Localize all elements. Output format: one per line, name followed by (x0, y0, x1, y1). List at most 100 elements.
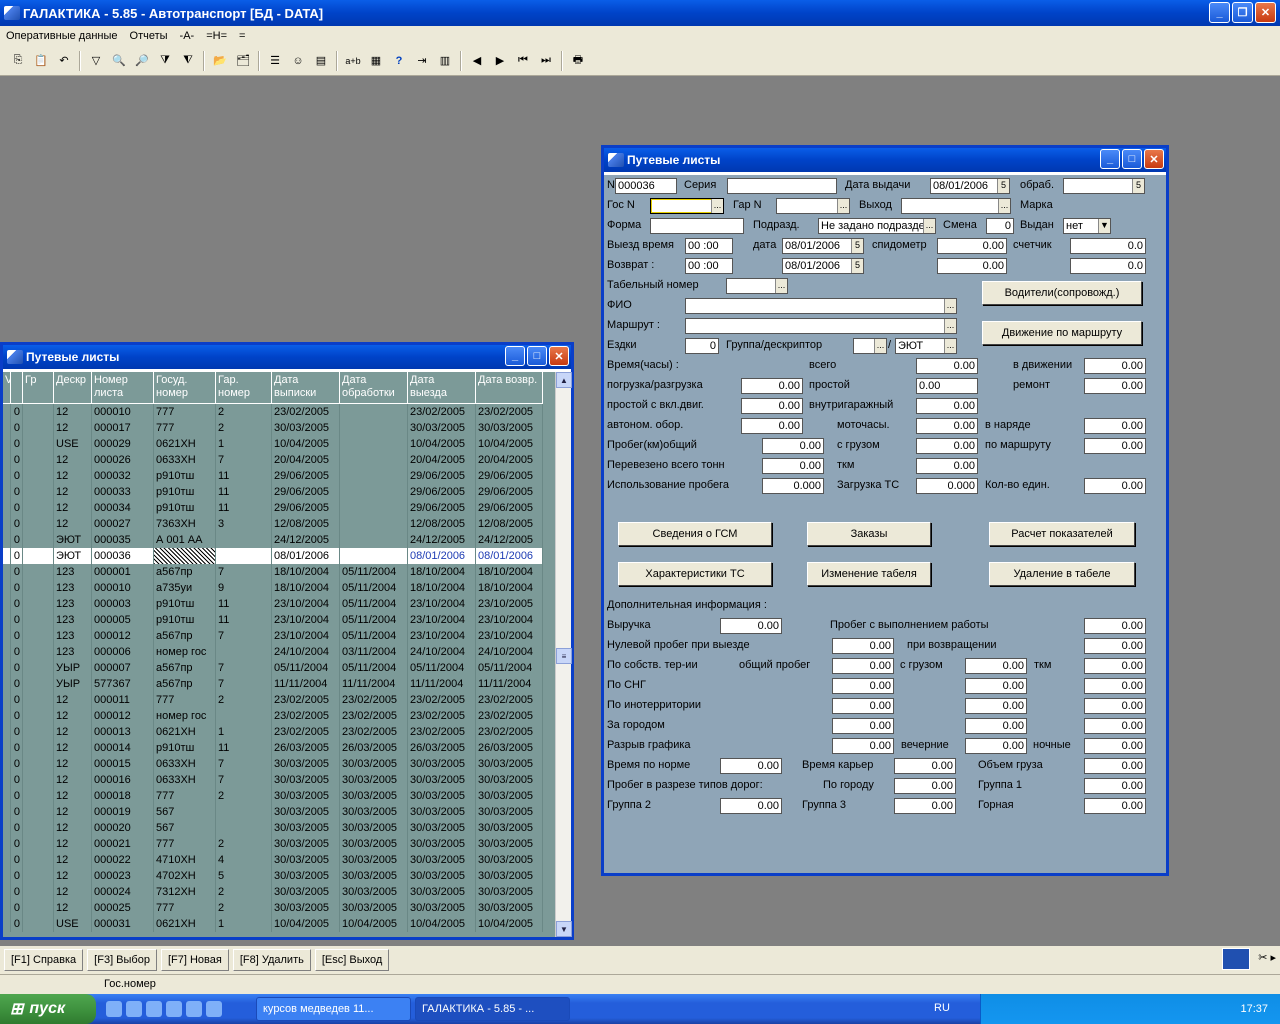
first-icon[interactable]: ⏮ (513, 51, 533, 71)
table-row[interactable]: 0 12 000018 777 2 30/03/2005 30/03/2005 30/03/2… (3, 788, 555, 804)
field-gruppa1[interactable]: 0.00 (1084, 778, 1146, 794)
field-pri-vozvr[interactable]: 0.00 (1084, 638, 1146, 654)
field-v-dvizhenii[interactable]: 0.00 (1084, 358, 1146, 374)
task-word[interactable]: курсов медведев 11... (256, 997, 411, 1021)
field-schetchik1[interactable]: 0.0 (1070, 238, 1146, 254)
field-remont[interactable]: 0.00 (1084, 378, 1146, 394)
field-sng-gruz[interactable]: 0.00 (965, 678, 1027, 694)
table-row[interactable]: 0 12 000013 0621XH 1 23/02/2005 23/02/2005 23/0… (3, 724, 555, 740)
field-spidometr1[interactable]: 0.00 (937, 238, 1007, 254)
field-po-gorodu[interactable]: 0.00 (894, 778, 956, 794)
table-row[interactable]: 0 12 000033 p910тш 11 29/06/2005 29/06/2005 29/… (3, 484, 555, 500)
ellipsis-icon[interactable]: ... (944, 299, 956, 313)
field-razryv[interactable]: 0.00 (832, 738, 894, 754)
field-n[interactable]: 000036 (615, 178, 677, 194)
col-gos[interactable]: Госуд. номер (154, 372, 216, 404)
button-dvizhenie[interactable]: Движение по маршруту (982, 321, 1142, 345)
quick-launch-icon[interactable] (186, 1001, 202, 1017)
field-obem-gruza[interactable]: 0.00 (1084, 758, 1146, 774)
esc-exit-button[interactable]: [Esc] Выход (314, 949, 390, 971)
close-button[interactable]: ✕ (549, 346, 569, 366)
field-vremya-norm[interactable]: 0.00 (720, 758, 782, 774)
table-row[interactable]: 0 12 000014 p910тш 11 26/03/2005 26/03/2005 26/… (3, 740, 555, 756)
table-row[interactable]: 0 12 000026 0633XH 7 20/04/2005 20/04/2005 20/0… (3, 452, 555, 468)
field-gorod-obsh[interactable]: 0.00 (832, 718, 894, 734)
table-row[interactable]: 0 12 000032 p910тш 11 29/06/2005 29/06/2005 29/… (3, 468, 555, 484)
field-tabel[interactable]: ... (726, 278, 788, 294)
table-row[interactable]: 0 12 000012 номер гос 23/02/2005 23/02/2005 23… (3, 708, 555, 724)
button-udalenie[interactable]: Удаление в табеле (989, 562, 1135, 586)
table-icon[interactable]: ▤ (311, 51, 331, 71)
col-v[interactable]: V (3, 372, 11, 404)
calculator-icon[interactable]: ▦ (366, 51, 386, 71)
menu-otchety[interactable]: Отчеты (124, 30, 174, 42)
scroll-up-icon[interactable]: ▲ (556, 372, 572, 388)
field-vyezd-data[interactable]: 08/01/2006 5 (782, 238, 864, 254)
field-sobstv-obsh[interactable]: 0.00 (832, 658, 894, 674)
field-deskriptor[interactable]: ЭЮТ... (895, 338, 957, 354)
minimize-button[interactable]: _ (1100, 149, 1120, 169)
table-row[interactable]: 0 123 000012 a567пр 7 23/10/2004 05/11/2004 23/… (3, 628, 555, 644)
field-motochasy[interactable]: 0.00 (916, 418, 978, 434)
calendar-icon[interactable]: 5 (997, 179, 1009, 193)
paste-icon[interactable]: 📋 (31, 51, 51, 71)
ab-icon[interactable]: a+b (343, 51, 363, 71)
field-pogruzka[interactable]: 0.00 (741, 378, 803, 394)
field-vydan[interactable]: нет ▼ (1063, 218, 1111, 234)
quick-launch-icon[interactable] (126, 1001, 142, 1017)
table-row[interactable]: 0 123 000003 p910тш 11 23/10/2004 05/11/2004 23… (3, 596, 555, 612)
col-vypiski[interactable]: Дата выписки (272, 372, 340, 404)
quick-launch-icon[interactable] (146, 1001, 162, 1017)
button-zakazy[interactable]: Заказы (807, 522, 931, 546)
table-row[interactable]: 0 12 000021 777 2 30/03/2005 30/03/2005 30/03/2… (3, 836, 555, 852)
field-ispolz[interactable]: 0.000 (762, 478, 824, 494)
field-vsego[interactable]: 0.00 (916, 358, 978, 374)
ellipsis-icon[interactable]: ... (711, 199, 723, 213)
field-podrazd[interactable]: Не задано подраздел... (818, 218, 936, 234)
button-izmenenie[interactable]: Изменение табеля (807, 562, 931, 586)
button-voditeli[interactable]: Водители(сопровожд.) (982, 281, 1142, 305)
f3-select-button[interactable]: [F3] Выбор (87, 949, 157, 971)
col-gar[interactable]: Гар. номер (216, 372, 272, 404)
close-button[interactable]: ✕ (1144, 149, 1164, 169)
col-vozvr[interactable]: Дата возвр. (476, 372, 543, 404)
field-sobstv-gruz[interactable]: 0.00 (965, 658, 1027, 674)
minimize-button[interactable]: _ (1209, 2, 1230, 23)
prev-icon[interactable]: ◀ (467, 51, 487, 71)
field-gornaya[interactable]: 0.00 (1084, 798, 1146, 814)
table-row[interactable]: 0 12 000023 4702XH 5 30/03/2005 30/03/2005 30/0… (3, 868, 555, 884)
field-gorod-gruz[interactable]: 0.00 (965, 718, 1027, 734)
table-row[interactable]: 0 123 000005 p910тш 11 23/10/2004 05/11/2004 23… (3, 612, 555, 628)
field-inot-tkm[interactable]: 0.00 (1084, 698, 1146, 714)
button-raschet[interactable]: Расчет показателей (989, 522, 1135, 546)
field-ezdki[interactable]: 0 (685, 338, 719, 354)
ellipsis-icon[interactable]: ... (775, 279, 787, 293)
col-obrabotki[interactable]: Дата обработки (340, 372, 408, 404)
f8-delete-button[interactable]: [F8] Удалить (232, 949, 311, 971)
col-deskr[interactable]: Дескр (54, 372, 92, 404)
field-s-gruzom[interactable]: 0.00 (916, 438, 978, 454)
field-gruppa2[interactable]: 0.00 (720, 798, 782, 814)
menu-operativnye[interactable]: Оперативные данные (0, 30, 124, 42)
field-po-marshrutu[interactable]: 0.00 (1084, 438, 1146, 454)
col-vyezda[interactable]: Дата выезда (408, 372, 476, 404)
ellipsis-icon[interactable]: ... (944, 319, 956, 333)
field-vechernie[interactable]: 0.00 (965, 738, 1027, 754)
task-galaktika[interactable]: ГАЛАКТИКА - 5.85 - ... (415, 997, 570, 1021)
field-vyhod[interactable]: ... (901, 198, 1011, 214)
close-button[interactable]: ✕ (1255, 2, 1276, 23)
table-row[interactable]: 0 УЫР 000007 a567пр 7 05/11/2004 05/11/2004 05/… (3, 660, 555, 676)
field-vozvrat-vremya[interactable]: 00 :00 (685, 258, 733, 274)
col-nomer[interactable]: Номер листа (92, 372, 154, 404)
table-row[interactable]: 0 12 000020 567 30/03/2005 30/03/2005 30/03/20… (3, 820, 555, 836)
undo-icon[interactable]: ↶ (54, 51, 74, 71)
col-blank[interactable] (11, 372, 23, 404)
ellipsis-icon[interactable]: ... (837, 199, 849, 213)
field-sng-tkm[interactable]: 0.00 (1084, 678, 1146, 694)
table-row[interactable]: 0 12 000016 0633XH 7 30/03/2005 30/03/2005 30/0… (3, 772, 555, 788)
field-marshrut[interactable]: ... (685, 318, 957, 334)
table-row[interactable]: 0 12 000019 567 30/03/2005 30/03/2005 30/03/20… (3, 804, 555, 820)
table-row[interactable]: 0 123 000001 a567пр 7 18/10/2004 05/11/2004 18/… (3, 564, 555, 580)
field-smena[interactable]: 0 (986, 218, 1014, 234)
table-row[interactable]: 0 USE 000031 0621XH 1 10/04/2005 10/04/2005 10/… (3, 916, 555, 932)
